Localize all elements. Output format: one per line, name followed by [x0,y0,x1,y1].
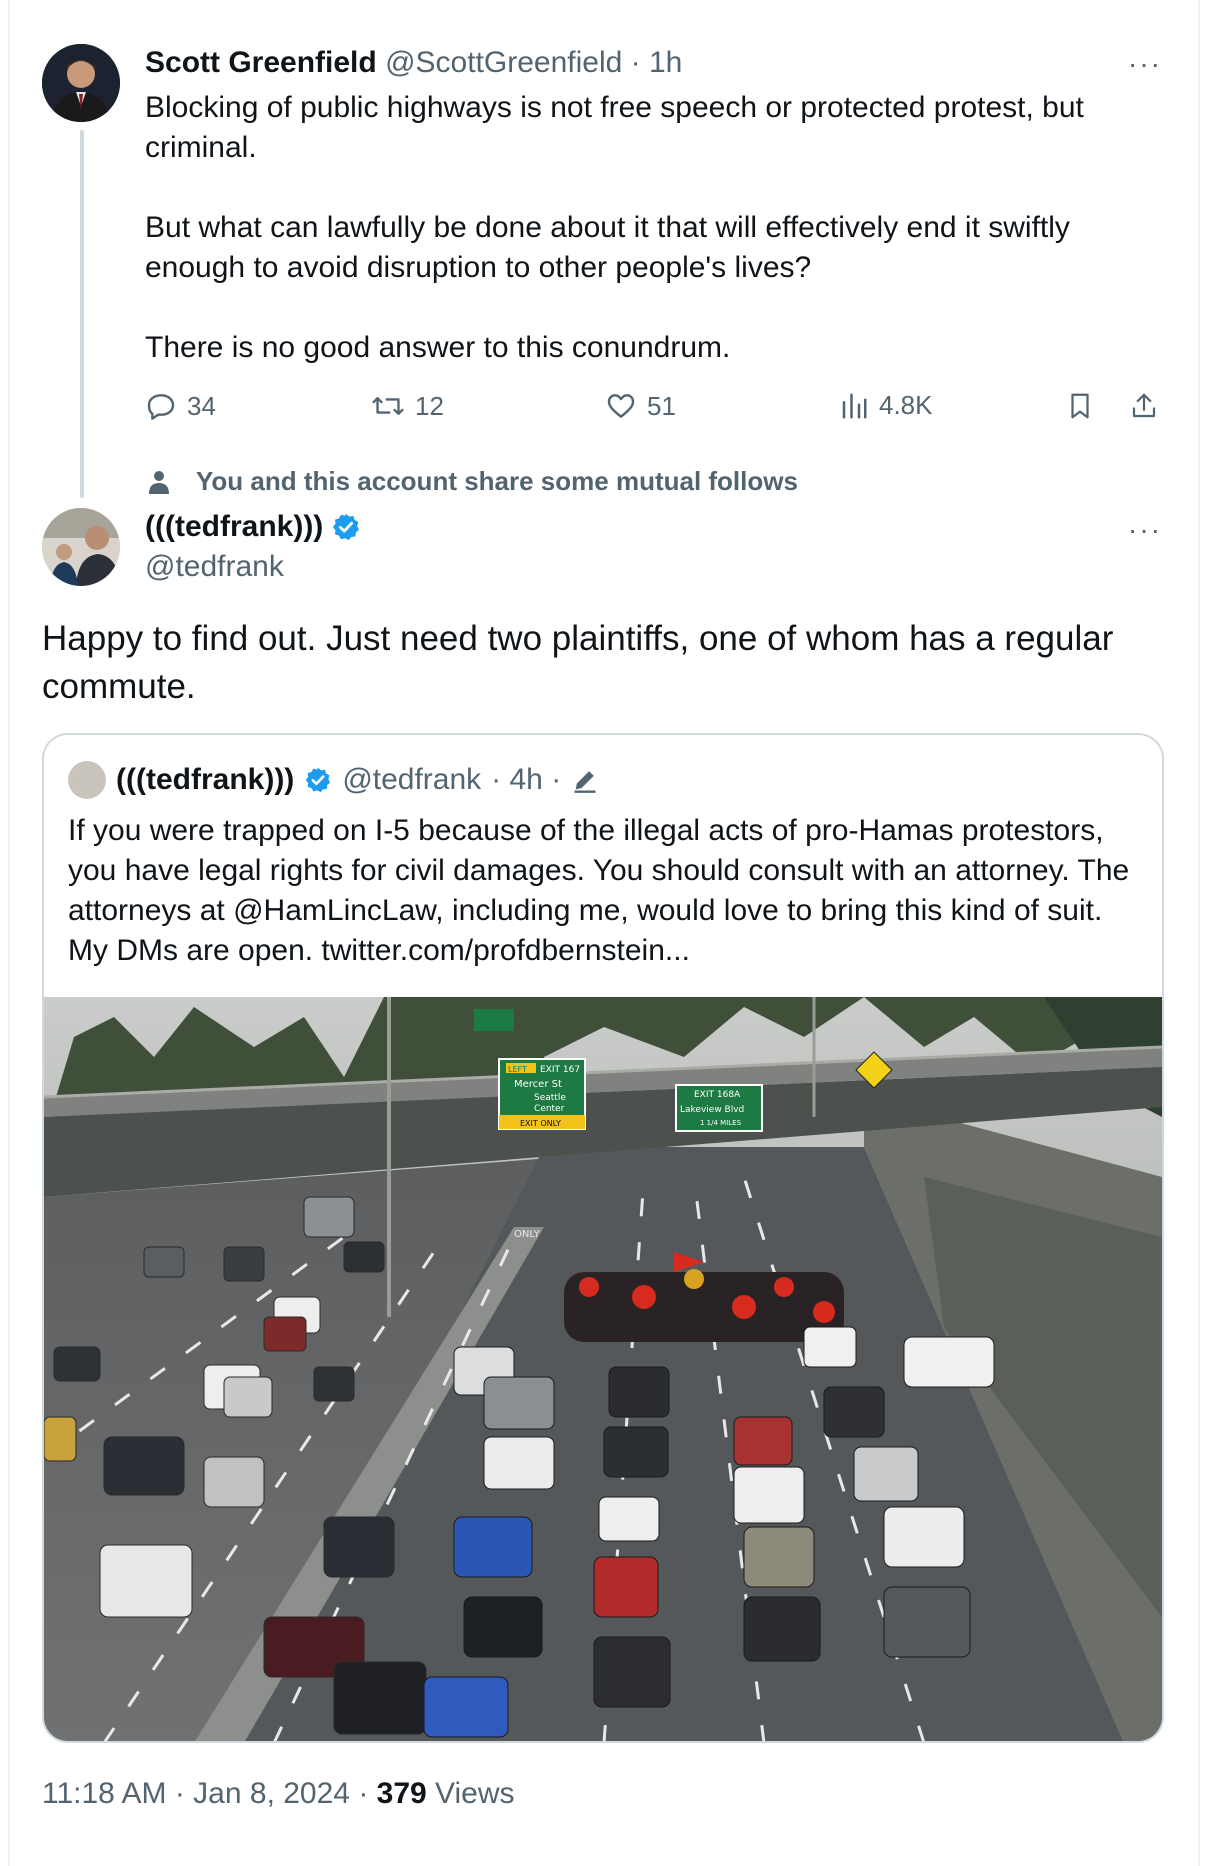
views-label: Views [426,1777,515,1810]
sign1-dest-2: Center [534,1104,565,1114]
tweet1-line-2: But what can lawfully be done about it t… [145,211,1070,284]
retweet-icon [372,396,404,416]
share-button[interactable] [1129,390,1159,422]
sign1-left-tag: LEFT [508,1065,527,1074]
sign1-street: Mercer St [514,1079,562,1090]
author-name[interactable]: (((tedfrank))) [145,508,323,546]
avatar-tedfrank[interactable] [42,508,120,586]
frame-border-left [8,0,10,1866]
sign2-distance: 1 1/4 MILES [700,1119,742,1127]
retweet-count: 12 [415,390,444,421]
more-icon[interactable]: ··· [1128,50,1162,78]
tweet1-line-1: Blocking of public highways is not free … [145,91,1084,164]
quoted-author-handle: @tedfrank [342,763,482,796]
more-icon[interactable]: ··· [1128,516,1162,544]
quoted-tweet-header: (((tedfrank))) @tedfrank · 4h · [68,761,599,799]
bookmark-icon [1071,393,1089,419]
sign1-exit: EXIT 167 [540,1065,580,1075]
quoted-tweet-text: If you were trapped on I-5 because of th… [68,814,1130,967]
highway-protest-photo[interactable]: ONLY LEFT EXIT 167 Mercer St Seattle Cen… [44,997,1162,1743]
road-marking-only: ONLY [514,1229,541,1240]
sign2-exit: EXIT 168A [694,1090,741,1100]
analytics-icon [842,393,867,418]
like-button[interactable]: 51 [605,390,676,422]
exit-167-sign: LEFT EXIT 167 Mercer St Seattle Center E… [498,1058,586,1130]
reply-icon [147,394,175,420]
tweet2-author: (((tedfrank))) [145,508,361,546]
author-handle[interactable]: @tedfrank [145,548,284,586]
views-button[interactable]: 4.8K [839,390,933,421]
avatar-scott-greenfield[interactable] [42,44,120,122]
sign1-exit-only: EXIT ONLY [520,1119,561,1128]
exit-168a-sign: EXIT 168A Lakeview Blvd 1 1/4 MILES [675,1084,763,1132]
share-icon [1132,393,1156,418]
verified-badge-icon [333,513,360,540]
views-count: 379 [376,1777,427,1810]
quoted-tweet-card[interactable]: (((tedfrank))) @tedfrank · 4h · If you w… [42,733,1164,1743]
frame-border-right [1198,0,1200,1866]
tweet-timestamp: 11:18 AM · Jan 8, 2024 · 379 Views [42,1777,515,1811]
quoted-author-name: (((tedfrank))) [116,763,295,796]
sign1-dest-1: Seattle [534,1093,566,1103]
reply-count: 34 [187,390,216,421]
bookmark-button[interactable] [1065,390,1095,422]
like-count: 51 [647,390,676,421]
tweet-time[interactable]: · 1h [631,46,683,79]
mutual-follows-text: You and this account share some mutual f… [196,466,798,496]
heart-icon [607,394,635,418]
sign2-street: Lakeview Blvd [680,1105,744,1115]
tweet1-header: Scott Greenfield @ScottGreenfield · 1h [145,44,682,82]
person-icon [149,470,169,494]
edited-pencil-icon [574,771,596,793]
author-name[interactable]: Scott Greenfield [145,46,377,79]
tweet1-actions: 34 12 51 4.8K [145,390,1175,430]
quoted-avatar [68,761,106,799]
tweet1-text: Blocking of public highways is not free … [145,88,1145,368]
views-count: 4.8K [879,390,933,420]
thread-connector [80,130,84,498]
timestamp-text[interactable]: 11:18 AM · Jan 8, 2024 · [42,1777,377,1810]
verified-badge-icon [306,767,331,793]
author-handle[interactable]: @ScottGreenfield [385,46,622,79]
tweet1-line-3: There is no good answer to this conundru… [145,331,731,364]
mutual-follows-notice: You and this account share some mutual f… [148,466,798,497]
retweet-button[interactable]: 12 [371,390,444,422]
reply-button[interactable]: 34 [145,390,216,422]
tweet2-text: Happy to find out. Just need two plainti… [42,619,1114,706]
quoted-tweet-time: · 4h · [491,763,562,796]
